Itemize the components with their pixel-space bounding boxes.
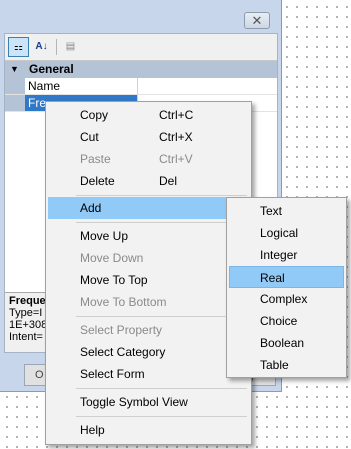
property-pages-button[interactable]: ▤ [60,37,81,57]
menu-item-add[interactable]: Add ▶ [48,197,249,219]
menu-item-label: Delete [80,174,115,188]
submenu-item-boolean[interactable]: Boolean [229,332,344,354]
property-pages-icon: ▤ [65,41,76,52]
submenu-item-integer[interactable]: Integer [229,244,344,266]
submenu-item-choice[interactable]: Choice [229,310,344,332]
menu-item-help[interactable]: Help [48,419,249,441]
menu-item-label: Cut [80,130,99,144]
menu-item-toggle-symbol-view[interactable]: Toggle Symbol View [48,391,249,413]
menu-item-label: Help [80,423,105,437]
row-gutter [5,78,25,94]
menu-item-label: Select Form [80,367,145,381]
menu-separator [76,195,247,196]
submenu-item-label: Choice [260,314,298,328]
alphabetical-view-button[interactable]: A↓ [31,37,52,57]
menu-item-label: Move Up [80,229,129,243]
property-toolbar: ⚏ A↓ ▤ [5,34,277,60]
close-icon: ✕ [251,13,263,28]
menu-item-shortcut: Del [159,174,178,188]
menu-item-move-to-top[interactable]: Move To Top [48,269,249,291]
submenu-item-complex[interactable]: Complex [229,288,344,310]
close-button[interactable]: ✕ [244,12,270,29]
menu-separator [76,222,247,223]
menu-item-move-to-bottom[interactable]: Move To Bottom [48,291,249,313]
menu-separator [76,388,247,389]
category-label: General [29,62,74,76]
menu-item-cut[interactable]: Cut Ctrl+X [48,126,249,148]
menu-item-copy[interactable]: Copy Ctrl+C [48,104,249,126]
submenu-item-label: Boolean [260,336,305,350]
submenu-item-label: Real [260,271,285,285]
add-submenu: Text Logical Integer Real Complex Choice… [226,197,347,378]
menu-item-shortcut: Ctrl+C [159,108,194,122]
menu-item-label: Move To Top [80,273,148,287]
submenu-item-label: Complex [260,292,308,306]
menu-item-label: Add [80,201,102,215]
menu-item-select-category[interactable]: Select Category [48,341,249,363]
categorized-icon: ⚏ [14,42,23,53]
menu-item-label: Move To Bottom [80,295,167,309]
ok-button-label: O [35,369,44,381]
menu-item-select-form[interactable]: Select Form [48,363,249,385]
menu-item-shortcut: Ctrl+V [159,152,193,166]
menu-item-label: Copy [80,108,109,122]
menu-item-move-down[interactable]: Move Down [48,247,249,269]
menu-item-move-up[interactable]: Move Up [48,225,249,247]
submenu-item-table[interactable]: Table [229,354,344,376]
category-row-general[interactable]: ▼ General [5,61,277,78]
submenu-item-real[interactable]: Real [229,266,344,288]
menu-separator [76,416,247,417]
submenu-item-label: Logical [260,226,299,240]
context-menu: Copy Ctrl+C Cut Ctrl+X Paste Ctrl+V Dele… [45,101,252,445]
row-gutter [5,95,25,111]
toolbar-divider [56,39,57,55]
submenu-item-text[interactable]: Text [229,200,344,222]
menu-item-label: Toggle Symbol View [80,395,188,409]
expand-icon[interactable]: ▼ [10,61,19,78]
menu-item-shortcut: Ctrl+X [159,130,193,144]
submenu-item-logical[interactable]: Logical [229,222,344,244]
menu-item-delete[interactable]: Delete Del [48,170,249,192]
menu-separator [76,316,247,317]
submenu-item-label: Text [260,204,283,218]
menu-item-label: Paste [80,152,111,166]
sort-alphabetical-icon: A↓ [35,41,48,52]
submenu-item-label: Integer [260,248,298,262]
menu-item-select-property[interactable]: Select Property [48,319,249,341]
menu-item-label: Move Down [80,251,144,265]
menu-item-label: Select Category [80,345,166,359]
menu-item-paste[interactable]: Paste Ctrl+V [48,148,249,170]
property-name: Name [25,78,138,94]
property-row-name[interactable]: Name [5,78,277,95]
categorized-view-button[interactable]: ⚏ [8,37,29,57]
submenu-item-label: Table [260,358,289,372]
menu-item-label: Select Property [80,323,163,337]
